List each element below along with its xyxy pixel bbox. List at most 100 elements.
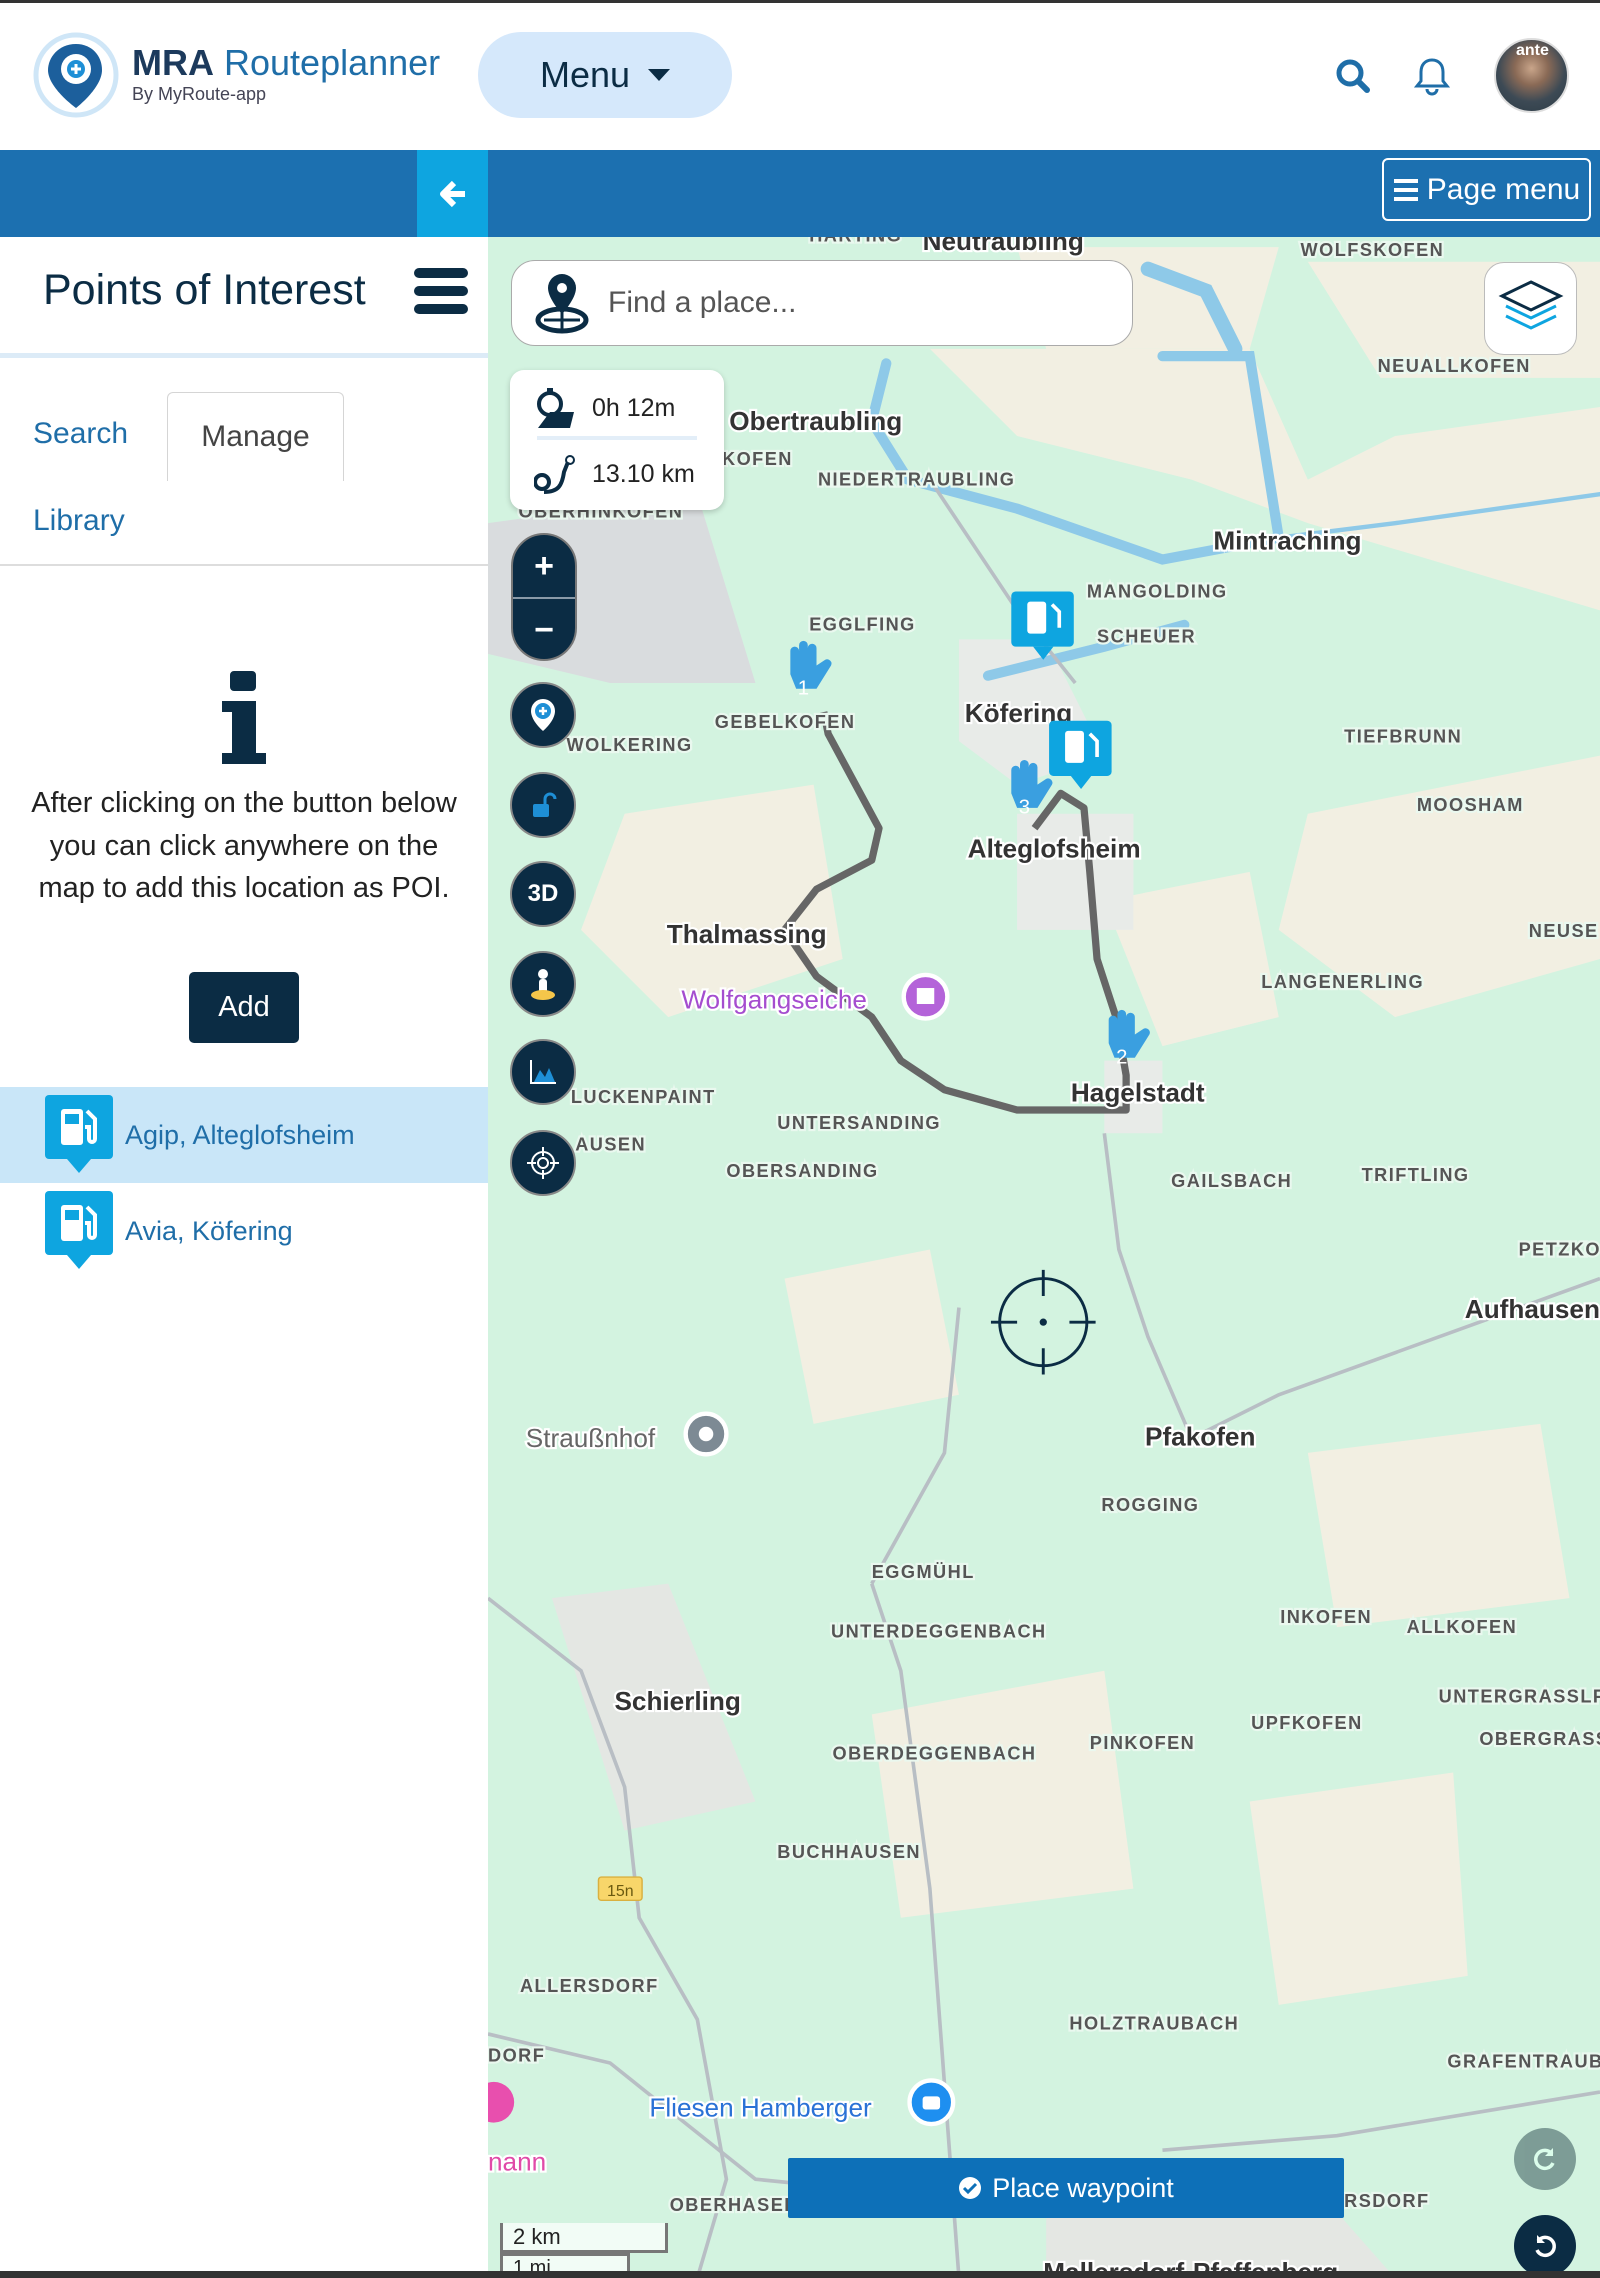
search-icon[interactable] <box>1333 56 1373 96</box>
place-waypoint-button[interactable]: Place waypoint <box>788 2158 1344 2218</box>
map-label: OBERSANDING <box>726 1161 878 1181</box>
map-label: Obertraubling <box>729 406 902 436</box>
locate-button[interactable] <box>510 1130 576 1196</box>
map-label: WOLFSKOFEN <box>1301 240 1445 260</box>
map-label: HOLZTRAUBACH <box>1069 2014 1239 2034</box>
unlock-button[interactable] <box>510 772 576 838</box>
map-label: UPFKOFEN <box>1251 1713 1363 1733</box>
map-label: PETZKO <box>1519 1239 1600 1259</box>
map-label: DORF <box>488 2046 545 2066</box>
map-label: Schierling <box>614 1686 740 1716</box>
route-distance-icon <box>534 455 575 494</box>
tab-library[interactable]: Library <box>33 504 125 538</box>
user-avatar[interactable]: ante <box>1494 38 1569 113</box>
mra-logo[interactable]: MRA Routeplanner By MyRoute-app <box>32 32 462 118</box>
fuel-station-icon <box>45 1095 113 1173</box>
main-menu-button[interactable]: Menu <box>478 32 732 118</box>
map-tiles: HARTING Neutraubling WOLFSKOFEN NEUALLKO… <box>488 237 1600 2278</box>
scale-km: 2 km <box>500 2223 668 2253</box>
elevation-button[interactable] <box>510 1039 576 1105</box>
window-bottom-border <box>0 2271 1600 2278</box>
map-label: ALLKOFEN <box>1407 1617 1518 1637</box>
add-waypoint-button[interactable] <box>510 682 576 748</box>
map-label: MANGOLDING <box>1087 581 1228 601</box>
sidebar-menu-icon[interactable] <box>414 268 468 318</box>
streetview-button[interactable] <box>510 951 576 1017</box>
zoom-out-button[interactable]: − <box>513 599 575 661</box>
redo-icon <box>1534 2148 1555 2171</box>
map-label: GEBELKOFEN <box>715 712 856 732</box>
menu-label: Menu <box>539 54 631 95</box>
pin-plus-icon <box>531 699 555 731</box>
page-menu-label: Page menu <box>1426 172 1581 206</box>
poi-list-item[interactable]: Avia, Köfering <box>0 1183 488 1279</box>
add-poi-button[interactable]: Add <box>189 972 299 1043</box>
waypoint-number: 3 <box>1019 797 1030 819</box>
notifications-bell-icon[interactable] <box>1413 56 1451 96</box>
page-menu-button[interactable]: Page menu <box>1382 158 1591 221</box>
check-circle-icon <box>959 2177 982 2199</box>
map-label: Fliesen Hamberger <box>649 2093 872 2123</box>
location-pin-globe-icon <box>535 274 589 334</box>
map-label: MOOSHAM <box>1417 795 1524 815</box>
3d-toggle-button[interactable]: 3D <box>510 861 576 927</box>
divider <box>0 564 488 566</box>
map-label: EGGMÜHL <box>872 1562 975 1582</box>
road-number-text: 15n <box>607 1883 634 1900</box>
map-label: WOLKERING <box>566 735 692 755</box>
map-label: NIEDERTRAUBLING <box>818 469 1015 489</box>
place-poi-icon[interactable] <box>683 1411 729 1457</box>
redo-button[interactable] <box>1514 2128 1576 2190</box>
hamburger-icon <box>1393 178 1418 201</box>
map-label: INKOFEN <box>1280 1607 1372 1627</box>
poi-name: Agip, Alteglofsheim <box>125 1119 355 1150</box>
collapse-sidebar-button[interactable] <box>417 150 488 237</box>
map-label: LANGENERLING <box>1261 972 1424 992</box>
divider <box>0 353 488 358</box>
map-label: NEUALLKOFEN <box>1378 356 1531 376</box>
map-label: ROGGING <box>1101 1495 1199 1515</box>
map-label: LUCKENPAINT <box>571 1087 716 1107</box>
map-label: RSDORF <box>1344 2191 1429 2211</box>
map-label: EGGLFING <box>809 615 915 635</box>
find-place-search[interactable] <box>511 260 1133 346</box>
person-icon <box>531 969 555 1000</box>
caret-down-icon <box>648 69 671 81</box>
poi-list-item[interactable]: Agip, Alteglofsheim <box>0 1087 488 1183</box>
map-canvas[interactable]: HARTING Neutraubling WOLFSKOFEN NEUALLKO… <box>488 237 1600 2278</box>
zoom-in-button[interactable]: + <box>513 535 575 597</box>
map-layers-button[interactable] <box>1484 262 1577 355</box>
undo-icon <box>1535 2235 1556 2258</box>
map-label: GAILSBACH <box>1171 1171 1292 1191</box>
map-label: Straußnhof <box>526 1423 656 1453</box>
map-label: Thalmassing <box>667 919 827 949</box>
fuel-station-icon <box>45 1191 113 1269</box>
tab-search[interactable]: Search <box>33 417 128 451</box>
waypoint-number: 1 <box>798 678 809 700</box>
map-label: Neutraubling <box>923 237 1084 256</box>
stopwatch-road-icon <box>537 388 574 428</box>
map-label: PINKOFEN <box>1090 1733 1195 1753</box>
map-label: TIEFBRUNN <box>1344 727 1462 747</box>
map-label: SCHEUER <box>1097 626 1196 646</box>
map-label: GRAFENTRAUB <box>1447 2051 1600 2071</box>
logo-title-text: Routeplanner <box>224 42 441 83</box>
shop-poi-icon[interactable] <box>907 2078 956 2127</box>
undo-button[interactable] <box>1514 2215 1576 2277</box>
unlock-icon <box>533 792 557 817</box>
route-distance: 13.10 km <box>592 459 695 488</box>
search-input[interactable] <box>608 286 1068 320</box>
place-waypoint-label: Place waypoint <box>992 2172 1174 2203</box>
map-label: Pfakofen <box>1145 1422 1255 1452</box>
route-time: 0h 12m <box>592 393 676 422</box>
map-label: UNTERGRASSLF <box>1439 1687 1600 1707</box>
page-toolbar <box>0 150 1600 237</box>
map-label: UNTERDEGGENBACH <box>831 1621 1047 1641</box>
info-icon <box>222 671 266 764</box>
map-label: AUSEN <box>575 1135 646 1155</box>
tab-manage[interactable]: Manage <box>167 392 344 481</box>
zoom-control: + − <box>511 533 577 661</box>
map-label: OBERDEGGENBACH <box>833 1743 1037 1763</box>
logo-title: MRA Routeplanner <box>132 42 441 83</box>
castle-poi-icon[interactable] <box>901 972 950 1021</box>
